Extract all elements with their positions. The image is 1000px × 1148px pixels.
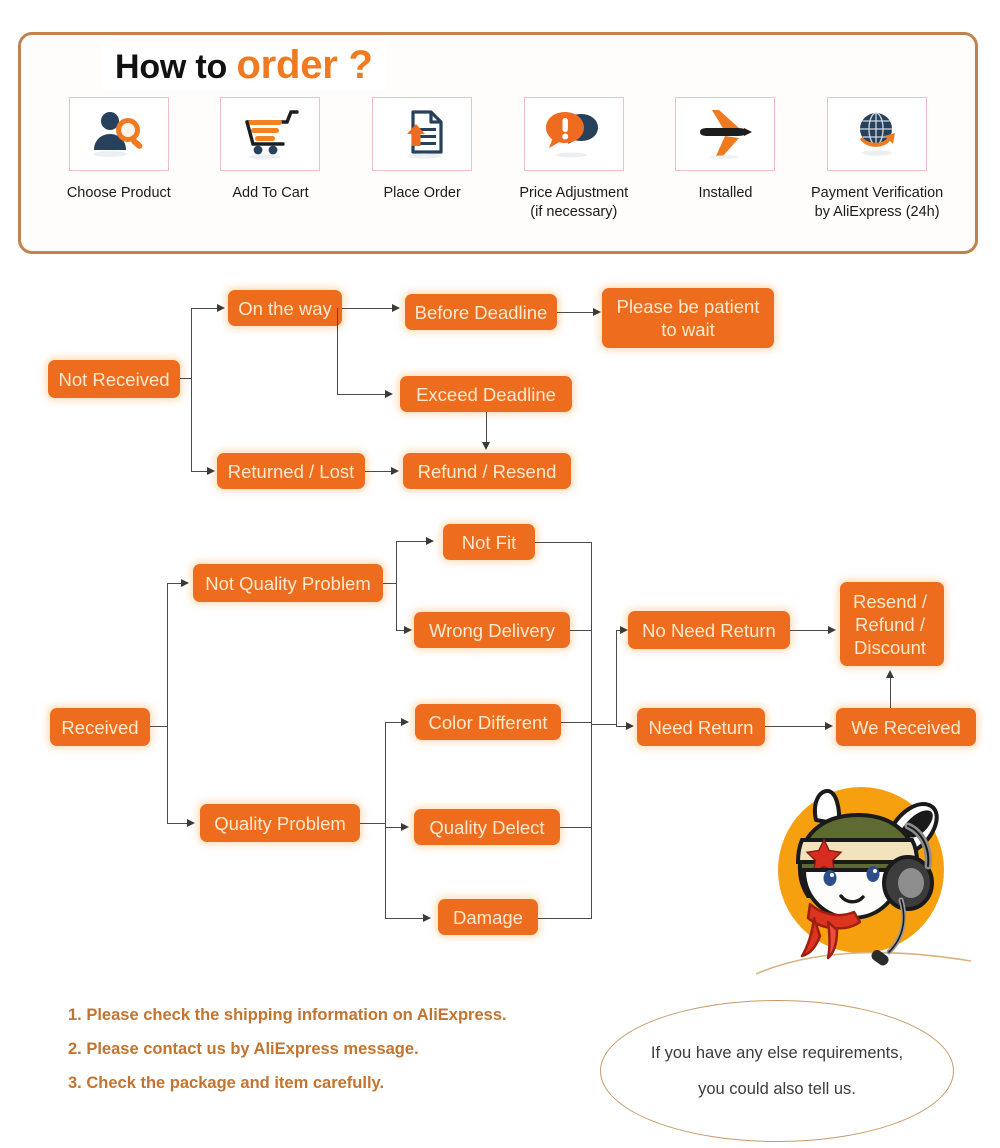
step-label: Add To Cart [232,185,309,201]
flow-node-please-be-patient[interactable]: Please be patient to wait [602,288,774,348]
flow-node-not-fit[interactable]: Not Fit [443,524,535,560]
bubble-line-1: If you have any else requirements, [650,1044,904,1062]
flow-line [560,827,592,829]
flow-arrowhead [825,721,833,730]
flow-line [383,583,397,585]
flow-node-damage[interactable]: Damage [438,899,538,935]
flow-line [591,724,617,726]
flow-line [890,676,892,708]
flow-arrowhead [404,625,412,634]
flow-line [561,722,592,724]
flow-node-quality-problem[interactable]: Quality Problem [200,804,360,842]
flow-line [337,394,387,396]
flow-arrowhead [207,466,215,475]
flow-node-wrong-delivery[interactable]: Wrong Delivery [414,612,570,648]
flow-line [337,308,339,394]
page-title-black: How to [115,48,237,86]
flow-node-exceed-deadline[interactable]: Exceed Deadline [400,376,572,412]
flow-arrowhead [828,625,836,634]
flow-line [342,308,394,310]
mi-bunny-mascot-icon [755,778,972,983]
flow-line [191,308,219,310]
flow-node-quality-delect[interactable]: Quality Delect [414,809,560,845]
flow-node-no-need-return[interactable]: No Need Return [628,611,790,649]
flow-line [765,726,827,728]
page-title: How to order ? [101,43,387,89]
flow-node-received[interactable]: Received [50,708,150,746]
flow-line [376,823,386,825]
flow-arrowhead [391,466,399,475]
flow-line [591,542,593,918]
flow-node-not-received[interactable]: Not Received [48,360,180,398]
person-search-icon [68,97,169,171]
flow-line [486,412,488,444]
step-label: Place Order [383,185,461,201]
flow-arrowhead [401,822,409,831]
flow-arrowhead [187,818,195,827]
flow-line [396,541,428,543]
flow-arrowhead [401,717,409,726]
flow-arrowhead [181,578,189,587]
flow-arrowhead [217,303,225,312]
how-to-order-panel: How to order ? Choose Product Add To Car… [18,32,978,254]
step-add-to-cart[interactable]: Add To Cart [195,97,345,203]
chat-bubbles-alert-icon [523,97,624,171]
flow-node-resend-refund-discount[interactable]: Resend / Refund / Discount [840,582,944,666]
flow-line [360,823,376,825]
flow-node-refund-resend[interactable]: Refund / Resend [403,453,571,489]
flow-line [616,630,618,727]
flow-arrowhead [426,536,434,545]
flow-line [535,542,592,544]
step-payment-verification[interactable]: Payment Verification by AliExpress (24h) [802,97,952,222]
step-label: Choose Product [66,185,171,201]
note-item: 1. Please check the shipping information… [68,1006,507,1024]
step-label: Price Adjustment (if necessary) [519,185,629,220]
flow-node-returned-lost[interactable]: Returned / Lost [217,453,365,489]
step-installed[interactable]: Installed [650,97,800,203]
flow-arrowhead [885,670,894,678]
flow-node-color-different[interactable]: Color Different [415,704,561,740]
document-upload-icon [372,97,473,171]
flow-line [150,726,168,728]
flow-arrowhead [423,913,431,922]
flow-line [790,630,830,632]
step-place-order[interactable]: Place Order [347,97,497,203]
shipping-notes-list: 1. Please check the shipping information… [68,998,628,1100]
flow-line [396,541,398,630]
note-item: 2. Please contact us by AliExpress messa… [68,1040,419,1058]
requirements-bubble: If you have any else requirements, you c… [600,1000,954,1142]
flow-arrowhead [626,721,634,730]
flow-node-need-return[interactable]: Need Return [637,708,765,746]
note-item: 3. Check the package and item carefully. [68,1074,385,1092]
step-choose-product[interactable]: Choose Product [44,97,194,203]
flow-arrowhead [593,307,601,316]
flow-line [167,823,189,825]
shopping-cart-icon [220,97,321,171]
bubble-line-2: you could also tell us. [698,1080,856,1098]
flow-node-we-received[interactable]: We Received [836,708,976,746]
step-label: Installed [698,185,753,201]
flow-line [385,918,425,920]
globe-arrow-icon [827,97,928,171]
step-label: Payment Verification by AliExpress (24h) [811,185,944,220]
step-price-adjustment[interactable]: Price Adjustment (if necessary) [499,97,649,222]
airplane-icon [675,97,776,171]
flow-arrowhead [481,442,490,450]
flow-line [365,471,393,473]
flow-arrowhead [620,625,628,634]
flow-node-before-deadline[interactable]: Before Deadline [405,294,557,330]
flow-line [538,918,592,920]
flow-line [557,312,595,314]
flow-arrowhead [392,303,400,312]
flow-line [570,630,592,632]
flow-line [385,722,387,918]
flow-arrowhead [385,389,393,398]
flow-node-on-the-way[interactable]: On the way [228,290,342,326]
order-steps-row: Choose Product Add To Cart Place Order P… [21,97,975,222]
page-title-orange: order ? [236,43,373,87]
flow-line [167,583,169,823]
flow-node-not-quality-problem[interactable]: Not Quality Problem [193,564,383,602]
flow-line [191,308,193,471]
